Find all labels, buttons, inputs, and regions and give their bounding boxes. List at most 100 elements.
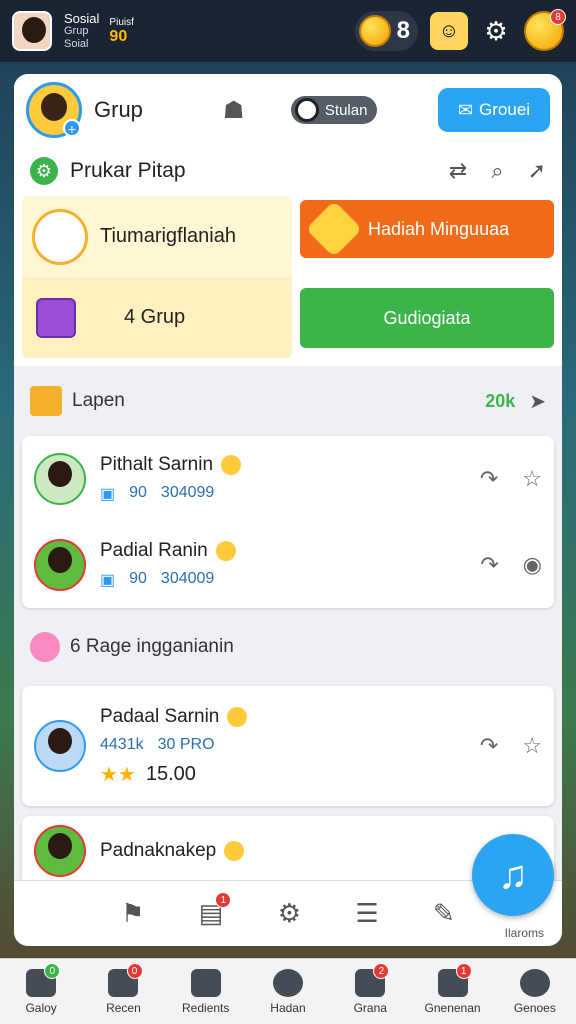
nav-item-redients[interactable]: Redients — [165, 959, 247, 1024]
nav-item-genoes[interactable]: Genoes — [494, 959, 576, 1024]
app-title-line2: Grup — [64, 24, 89, 37]
section-count: 20k — [485, 390, 516, 411]
user-avatar[interactable] — [12, 11, 52, 51]
subheader: ⚙ Prukar Pitap ⇄ ⌕ ➚ — [14, 146, 562, 196]
stars-value: 15.00 — [145, 762, 196, 785]
tile-name: Tiumarigflaniah — [100, 225, 236, 247]
status-label: Stulan — [324, 101, 368, 119]
nav-item-grana[interactable]: 2 Grana — [329, 959, 411, 1024]
section2-label: Rage ingganianin — [85, 636, 234, 657]
app-title-line3: Soial — [64, 37, 89, 50]
member-name: Padnaknakep — [100, 840, 217, 861]
character-icon[interactable]: ☺ — [430, 12, 468, 50]
nav-item-recen[interactable]: 0 Recen — [82, 959, 164, 1024]
member-stat-a: 90 — [129, 484, 147, 501]
sort-icon[interactable]: ⇄ — [449, 158, 467, 184]
coins-indicator: Piuisf 90 — [109, 17, 133, 46]
profile-icon — [519, 968, 550, 997]
frame-icon — [190, 968, 221, 997]
settings-gear-icon[interactable]: ⚙ — [480, 15, 512, 47]
reply-icon[interactable]: ↷ — [480, 552, 498, 578]
member-avatar — [34, 825, 86, 877]
bookmark-icon[interactable]: ☆ — [522, 733, 542, 759]
group-button-icon: ✉ — [457, 99, 474, 120]
group-avatar[interactable]: + — [26, 82, 82, 138]
list-item[interactable]: Padaal Sarnin 4431k 30 PRO ★★ 15.00 ↷ ☆ — [22, 686, 554, 806]
app-title: Sosial Grup Soial — [64, 12, 99, 51]
panel-title: Grup — [94, 97, 143, 122]
record-icon[interactable]: ◉ — [523, 552, 542, 578]
top-status-bar: Sosial Grup Soial Piuisf 90 8 ☺ ⚙ 8 — [0, 0, 576, 62]
smile-emoji-icon — [221, 455, 242, 475]
music-fab-button[interactable]: ♫ — [472, 834, 554, 916]
nav-badge: 2 — [373, 963, 390, 979]
member-stat-b: 304009 — [160, 570, 215, 587]
share-icon[interactable]: ➚ — [528, 158, 546, 184]
settings-icon[interactable]: ⚙ — [278, 898, 301, 929]
nav-label: Redients — [182, 1000, 230, 1015]
coin-icon — [358, 15, 391, 47]
nav-badge: 0 — [126, 963, 143, 979]
reward-icon — [305, 200, 363, 258]
currency-pill[interactable]: 8 — [354, 11, 418, 51]
green-gear-icon: ⚙ — [30, 157, 58, 185]
coins-value: 90 — [109, 27, 128, 45]
fab-label: Ilaroms — [504, 926, 544, 940]
weekly-reward-button[interactable]: Hadiah Minguuaa — [300, 200, 554, 258]
group-button-label: Grouei — [479, 100, 531, 119]
stars-icon: ★★ — [100, 763, 136, 786]
group-panel: + Grup ☗ Stulan ✉ Grouei ⚙ Prukar Pitap … — [14, 74, 562, 946]
nav-item-hadan[interactable]: Hadan — [247, 959, 329, 1024]
member-name: Padial Ranin — [100, 540, 208, 561]
nav-label: Gnenenan — [424, 1000, 481, 1015]
list-item[interactable]: Pithalt Sarnin ▣ 90 304099 ↷ ☆ — [22, 436, 554, 522]
smile-emoji-icon — [215, 541, 236, 561]
face-icon — [272, 968, 303, 997]
member-stat-a: 4431k — [100, 735, 144, 753]
reply-icon[interactable]: ↷ — [480, 733, 498, 759]
weekly-reward-label: Hadiah Minguuaa — [368, 218, 510, 239]
list-item[interactable]: Padial Ranin ▣ 90 304009 ↷ ◉ — [22, 522, 554, 608]
group-button[interactable]: ✉ Grouei — [438, 88, 550, 132]
profile-tile[interactable]: Tiumarigflaniah 4 Grup — [22, 196, 292, 358]
nav-item-galoy[interactable]: 0 Galoy — [0, 959, 82, 1024]
add-avatar-icon[interactable]: + — [63, 119, 81, 137]
nav-badge: 0 — [44, 963, 61, 979]
nav-label: Hadan — [270, 1000, 306, 1015]
member-stat-b: 304099 — [160, 484, 215, 501]
notification-coin-icon[interactable]: 8 — [524, 9, 566, 51]
notification-badge: 8 — [550, 9, 566, 25]
folder-icon — [30, 386, 62, 416]
smile-emoji-icon — [227, 706, 248, 727]
currency-value: 8 — [396, 17, 410, 44]
reply-icon[interactable]: ↷ — [480, 466, 498, 492]
nav-label: Recen — [106, 1000, 141, 1015]
section2-title: 6 Rage ingganianin — [70, 636, 234, 658]
forward-arrow-icon[interactable]: ➤ — [529, 389, 546, 414]
panel-header: + Grup ☗ Stulan ✉ Grouei — [14, 74, 562, 146]
clipboard-icon[interactable]: ▤ 1 — [199, 892, 232, 929]
member-avatar — [34, 453, 86, 505]
flower-icon — [30, 632, 60, 662]
edit-icon[interactable]: ✎ — [433, 898, 455, 929]
section-title: Lapen — [72, 390, 125, 411]
gift-box-icon — [36, 297, 76, 338]
flag-icon[interactable]: ⚑ — [121, 898, 144, 929]
nav-label: Grana — [353, 1000, 387, 1015]
bottom-navigation: 0 Galoy 0 Recen Redients Hadan 2 Grana 1… — [0, 958, 576, 1024]
document-icon[interactable]: ☰ — [355, 898, 378, 929]
section-header-lapen: Lapen 20k ➤ — [14, 366, 562, 436]
member-name: Padaal Sarnin — [100, 705, 220, 727]
stats-icon: ▣ — [100, 572, 116, 589]
member-stat-b: 30 PRO — [157, 735, 215, 753]
status-pill[interactable]: Stulan — [290, 96, 378, 124]
search-icon[interactable]: ⌕ — [491, 158, 503, 184]
smile-emoji-icon — [224, 841, 245, 861]
ranking-card: Padaal Sarnin 4431k 30 PRO ★★ 15.00 ↷ ☆ — [22, 686, 554, 806]
nav-item-gnenenan[interactable]: 1 Gnenenan — [411, 959, 493, 1024]
ghost-icon[interactable]: ☗ — [223, 96, 251, 124]
bookmark-icon[interactable]: ☆ — [522, 466, 542, 492]
nav-badge: 1 — [455, 963, 472, 979]
app-title-line1: Sosial — [64, 10, 100, 26]
green-action-button[interactable]: Gudiogiata — [300, 288, 554, 348]
